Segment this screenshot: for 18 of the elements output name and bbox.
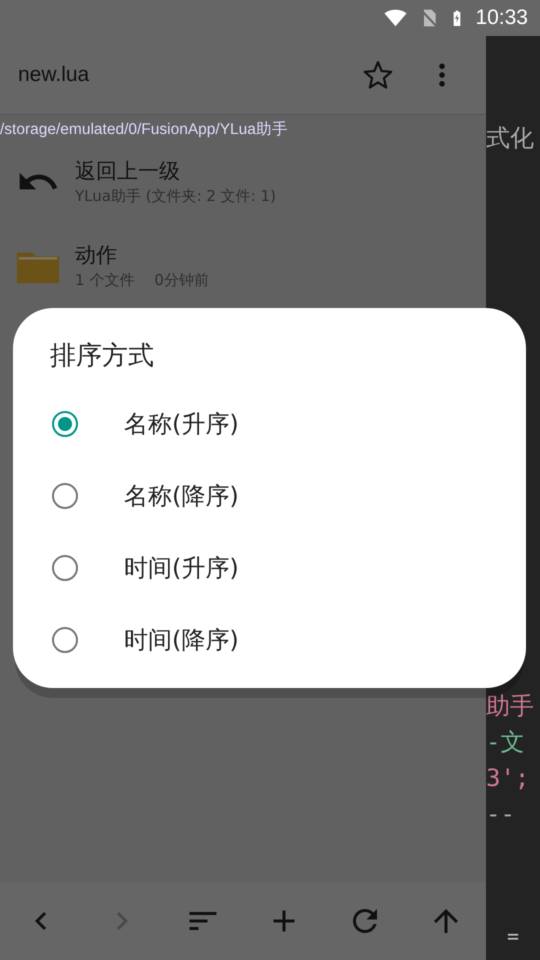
radio-button[interactable] bbox=[52, 411, 78, 437]
code-text: -文 bbox=[486, 727, 526, 758]
option-label[interactable]: 名称(降序) bbox=[124, 480, 239, 512]
option-label[interactable]: 名称(升序) bbox=[124, 408, 239, 440]
code-text: -- bbox=[486, 799, 516, 830]
radio-button[interactable] bbox=[52, 555, 78, 581]
code-text: 助手 bbox=[486, 691, 535, 722]
dialog-title: 排序方式 bbox=[50, 340, 154, 373]
code-text: 式化 bbox=[486, 123, 535, 154]
option-label[interactable]: 时间(升序) bbox=[124, 552, 239, 584]
radio-button[interactable] bbox=[52, 483, 78, 509]
key-label[interactable]: = bbox=[486, 924, 540, 960]
folder-path: /storage/emulated/0/FusionApp/YLua助手 bbox=[0, 120, 289, 140]
toolbar-title: new.lua bbox=[18, 63, 90, 87]
clock-time: 10:33 bbox=[475, 6, 528, 30]
radio-button[interactable] bbox=[52, 627, 78, 653]
code-text: 3'; bbox=[486, 763, 530, 794]
option-label[interactable]: 时间(降序) bbox=[124, 624, 239, 656]
